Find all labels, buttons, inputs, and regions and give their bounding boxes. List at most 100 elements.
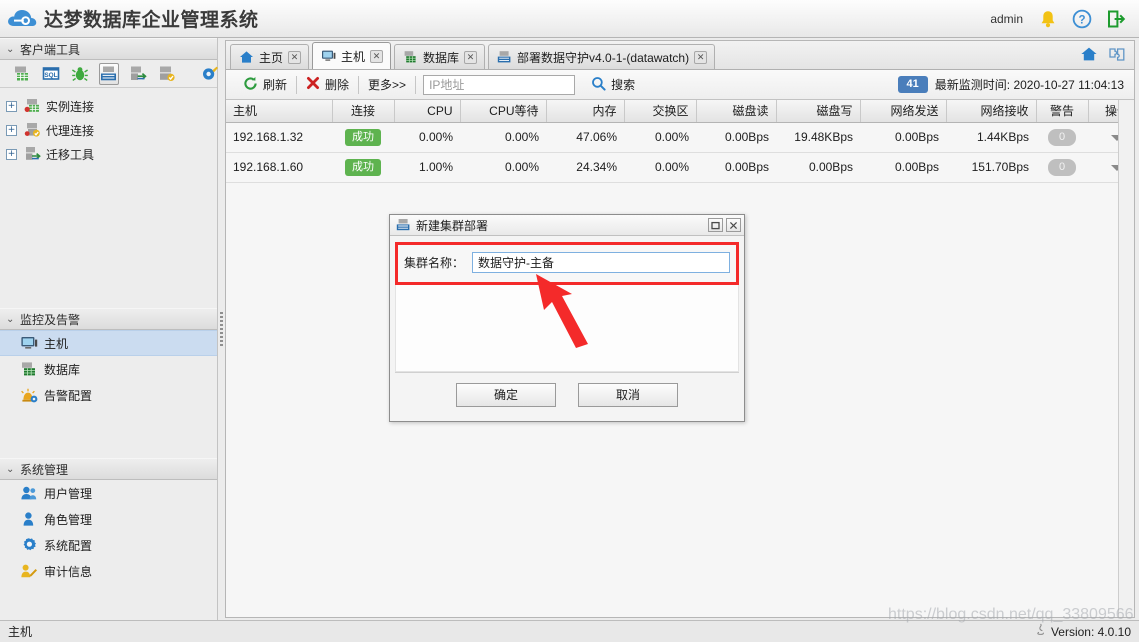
- expander-icon[interactable]: +: [6, 124, 17, 136]
- maximize-icon[interactable]: [708, 218, 723, 232]
- tree-item-agent-connection[interactable]: + 代理连接: [0, 118, 217, 142]
- cluster-icon[interactable]: [99, 62, 119, 85]
- col-net-recv[interactable]: 网络接收: [946, 100, 1037, 123]
- sidebar-toolbar: SQL: [0, 60, 220, 88]
- sidebar-section-label: 客户端工具: [20, 42, 81, 57]
- tab-bar: 主页 ✕ 主机 ✕ 数据库 ✕ 部署数据守护v4.0-1-(datawatch)…: [226, 41, 1134, 70]
- dialog-footer: 确定 取消: [395, 372, 739, 416]
- puzzle-icon[interactable]: [1108, 46, 1126, 65]
- sidebar-section-system[interactable]: ⌄ 系统管理: [0, 458, 217, 480]
- host-icon: [321, 49, 336, 63]
- refresh-button[interactable]: 刷新: [234, 74, 296, 96]
- col-warning[interactable]: 警告: [1036, 100, 1089, 123]
- close-icon[interactable]: ✕: [694, 50, 708, 64]
- close-icon[interactable]: ✕: [464, 50, 478, 64]
- chevron-down-icon: ⌄: [6, 43, 15, 55]
- sidebar-item-system-config[interactable]: 系统配置: [0, 532, 217, 558]
- sidebar-item-label: 数据库: [44, 362, 81, 377]
- database-icon: [20, 361, 38, 377]
- sidebar-item-audit-info[interactable]: 审计信息: [0, 558, 217, 584]
- cell-warning: 0: [1036, 152, 1088, 183]
- agent-check-icon[interactable]: [157, 63, 177, 85]
- tab-host[interactable]: 主机 ✕: [312, 42, 392, 69]
- sidebar-section-monitoring[interactable]: ⌄ 监控及告警: [0, 308, 217, 330]
- col-disk-write[interactable]: 磁盘写: [776, 100, 861, 123]
- java-icon: [1035, 623, 1046, 640]
- gear-icon: [20, 537, 38, 553]
- help-icon[interactable]: ?: [1071, 8, 1093, 30]
- sidebar-item-host[interactable]: 主机: [0, 330, 217, 356]
- dialog-title-bar[interactable]: 新建集群部署: [390, 215, 744, 236]
- sidebar-item-role-management[interactable]: 角色管理: [0, 506, 217, 532]
- cell-swap: 0.00%: [624, 152, 696, 183]
- current-user-label: admin: [990, 11, 1023, 26]
- tree-item-label: 迁移工具: [46, 147, 95, 162]
- expander-icon[interactable]: +: [6, 100, 17, 112]
- sidebar-section-client-tools[interactable]: ⌄ 客户端工具: [0, 38, 217, 60]
- col-net-send[interactable]: 网络发送: [860, 100, 947, 123]
- table-row[interactable]: 192.168.1.32 成功 0.00% 0.00% 47.06% 0.00%…: [226, 122, 1134, 153]
- col-disk-read[interactable]: 磁盘读: [696, 100, 777, 123]
- tree-item-instance-connection[interactable]: + 实例连接: [0, 94, 217, 118]
- status-text: 主机: [8, 625, 33, 639]
- close-icon[interactable]: ✕: [370, 49, 384, 63]
- sql-icon[interactable]: SQL: [41, 63, 61, 85]
- sidebar-item-alarm-config[interactable]: 告警配置: [0, 382, 217, 408]
- role-icon: [20, 511, 38, 527]
- cell-net-recv: 1.44KBps: [946, 122, 1036, 153]
- status-right: Version: 4.0.10: [1035, 623, 1131, 640]
- cell-swap: 0.00%: [624, 122, 696, 153]
- sidebar-filler: [0, 166, 217, 308]
- col-memory[interactable]: 内存: [546, 100, 625, 123]
- migrate-icon[interactable]: [128, 63, 148, 85]
- search-input[interactable]: [423, 74, 576, 95]
- sidebar-section-label: 监控及告警: [20, 312, 81, 327]
- delete-button[interactable]: 删除: [297, 74, 358, 96]
- more-button[interactable]: 更多>>: [359, 74, 415, 96]
- system-nav-list: 用户管理 角色管理 系统配置 审计信息: [0, 480, 217, 620]
- settings-gear-icon[interactable]: [199, 63, 220, 85]
- sidebar-item-user-management[interactable]: 用户管理: [0, 480, 217, 506]
- home-icon[interactable]: [1080, 46, 1098, 65]
- monitor-time-label: 最新监测时间: 2020-10-27 11:04:13: [934, 78, 1124, 92]
- version-label: Version: 4.0.10: [1050, 624, 1131, 639]
- tab-deploy-datawatch[interactable]: 部署数据守护v4.0-1-(datawatch) ✕: [488, 44, 716, 69]
- debug-bug-icon[interactable]: [70, 63, 90, 85]
- search-label: 搜索: [611, 78, 636, 92]
- sidebar-item-database[interactable]: 数据库: [0, 356, 217, 382]
- tab-database[interactable]: 数据库 ✕: [394, 44, 486, 69]
- search-button[interactable]: 搜索: [582, 74, 644, 96]
- cluster-icon: [497, 50, 512, 64]
- tab-label: 主页: [259, 50, 284, 65]
- dialog-title: 新建集群部署: [416, 218, 489, 233]
- svg-text:SQL: SQL: [44, 72, 57, 79]
- bell-icon[interactable]: [1037, 8, 1059, 30]
- close-icon[interactable]: ✕: [288, 50, 302, 64]
- sidebar-splitter[interactable]: [218, 38, 225, 620]
- col-host[interactable]: 主机: [226, 100, 333, 123]
- col-cpu[interactable]: CPU: [394, 100, 461, 123]
- confirm-button[interactable]: 确定: [456, 382, 556, 407]
- monitoring-nav-list: 主机 数据库 告警配置: [0, 330, 217, 458]
- close-icon[interactable]: [726, 218, 741, 232]
- cancel-button[interactable]: 取消: [578, 382, 678, 407]
- database-server-icon[interactable]: [12, 63, 32, 85]
- vertical-scrollbar[interactable]: [1118, 100, 1134, 617]
- delete-label: 删除: [325, 78, 350, 92]
- table-row[interactable]: 192.168.1.60 成功 1.00% 0.00% 24.34% 0.00%…: [226, 152, 1134, 183]
- sidebar: ⌄ 客户端工具 SQL + 实例连接 + 代理连接 + 迁移工具 ⌄ 监控及告警…: [0, 38, 218, 620]
- col-connection[interactable]: 连接: [332, 100, 395, 123]
- tab-home[interactable]: 主页 ✕: [230, 44, 310, 69]
- col-swap[interactable]: 交换区: [624, 100, 697, 123]
- logout-icon[interactable]: [1105, 8, 1127, 30]
- expander-icon[interactable]: +: [6, 148, 17, 160]
- tree-item-migration-tool[interactable]: + 迁移工具: [0, 142, 217, 166]
- count-badge: 41: [897, 76, 928, 93]
- col-cpu-wait[interactable]: CPU等待: [460, 100, 547, 123]
- cloud-icon: [6, 7, 38, 31]
- dialog-content-area: [395, 285, 739, 372]
- cluster-name-input[interactable]: [472, 252, 730, 273]
- alarm-config-icon: [20, 387, 38, 403]
- warning-badge: 0: [1047, 158, 1077, 176]
- dialog-window-buttons: [708, 218, 741, 232]
